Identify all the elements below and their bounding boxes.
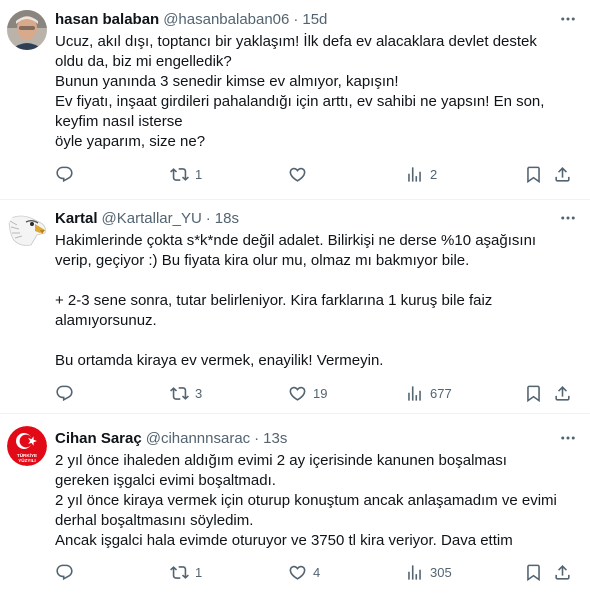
tweet-header: Cihan Saraç @cihannnsarac · 13s — [55, 428, 578, 448]
views-icon — [408, 385, 421, 401]
retweet-count: 1 — [195, 166, 203, 182]
text-line: keyfim nasıl isterse — [55, 113, 183, 130]
tweet-header: Kartal @Kartallar_YU · 18s — [55, 208, 578, 228]
user-handle[interactable]: @hasanbalaban06 — [163, 11, 289, 28]
reply-button[interactable] — [55, 384, 80, 403]
tweet-text: Hakimlerinde çokta s*k*nde değil adalet.… — [55, 231, 578, 371]
share-icon — [555, 166, 570, 182]
reply-icon — [56, 385, 73, 401]
text-line: Bu ortamda kiraya ev vermek, enayilik! V… — [55, 352, 384, 369]
heart-icon — [289, 167, 306, 182]
svg-text:YÜZYILI: YÜZYILI — [18, 457, 36, 463]
text-line: gereken işgalci evimi boşaltmadı. — [55, 472, 276, 489]
text-line: Bunun yanında 3 senedir kimse ev almıyor… — [55, 73, 399, 90]
tweet-actions: 3 19 677 — [55, 382, 580, 404]
more-icon[interactable] — [558, 208, 578, 228]
user-handle[interactable]: @Kartallar_YU — [102, 210, 202, 227]
heart-icon — [289, 386, 306, 401]
display-name[interactable]: Cihan Saraç — [55, 430, 142, 447]
timestamp[interactable]: 13s — [263, 430, 287, 447]
text-line: + 2-3 sene sonra, tutar belirleniyor. Ki… — [55, 292, 493, 309]
tweet-header: hasan balaban @hasanbalaban06 · 15d — [55, 9, 578, 29]
like-button[interactable]: 4 — [288, 563, 320, 582]
like-count: 4 — [313, 564, 321, 580]
views-count: 677 — [430, 385, 452, 401]
reply-icon — [56, 564, 73, 580]
separator: · — [293, 10, 299, 28]
views-icon — [408, 564, 421, 580]
separator: · — [254, 429, 260, 447]
text-line: alamıyorsunuz. — [55, 312, 157, 329]
avatar[interactable] — [7, 211, 47, 251]
text-line: öyle yaparım, size ne? — [55, 133, 206, 150]
separator: · — [205, 209, 211, 227]
display-name[interactable]: hasan balaban — [55, 11, 159, 28]
views-count: 305 — [430, 564, 452, 580]
views-button[interactable]: 677 — [405, 384, 452, 403]
views-button[interactable]: 2 — [405, 165, 437, 184]
bookmark-button[interactable] — [524, 165, 543, 184]
tweet-text: Ucuz, akıl dışı, toptancı bir yaklaşım! … — [55, 32, 578, 152]
text-line: verip, geçiyor :) Bu fiyata kira olur mu… — [55, 252, 470, 269]
heart-icon — [289, 565, 306, 580]
share-icon — [555, 385, 570, 401]
share-button[interactable] — [553, 165, 572, 184]
text-line: Ancak işgalci hala evimde oturuyor ve 37… — [55, 532, 513, 549]
views-icon — [408, 166, 421, 182]
like-count: 19 — [313, 385, 328, 401]
avatar[interactable]: TÜRKİYE YÜZYILI — [7, 426, 47, 466]
retweet-icon — [170, 386, 189, 400]
tweet-actions: 1 2 — [55, 163, 580, 185]
text-line: 2 yıl önce ihaleden aldığım evimi 2 ay i… — [55, 452, 507, 469]
bookmark-icon — [527, 166, 540, 183]
bookmark-icon — [527, 385, 540, 402]
avatar[interactable] — [7, 10, 47, 50]
bookmark-button[interactable] — [524, 384, 543, 403]
bookmark-icon — [527, 564, 540, 581]
retweet-count: 1 — [195, 564, 203, 580]
more-icon[interactable] — [558, 9, 578, 29]
views-button[interactable]: 305 — [405, 563, 452, 582]
retweet-count: 3 — [195, 385, 203, 401]
text-line: Ucuz, akıl dışı, toptancı bir yaklaşım! … — [55, 33, 537, 50]
text-line: Hakimlerinde çokta s*k*nde değil adalet.… — [55, 232, 537, 249]
retweet-button[interactable]: 1 — [170, 563, 202, 582]
text-line: oldu da, biz mi engelledik? — [55, 53, 232, 70]
bookmark-button[interactable] — [524, 563, 543, 582]
more-icon[interactable] — [558, 428, 578, 448]
retweet-button[interactable]: 1 — [170, 165, 202, 184]
text-line: derhal boşaltmasını söyledim. — [55, 512, 254, 529]
text-line: Ev fiyatı, inşaat girdileri pahalandığı … — [55, 93, 545, 110]
share-button[interactable] — [553, 563, 572, 582]
retweet-icon — [170, 565, 189, 579]
reply-button[interactable] — [55, 563, 80, 582]
display-name[interactable]: Kartal — [55, 210, 98, 227]
timestamp[interactable]: 18s — [215, 210, 239, 227]
like-button[interactable]: 19 — [288, 384, 327, 403]
retweet-icon — [170, 167, 189, 181]
like-button[interactable] — [288, 165, 313, 184]
share-button[interactable] — [553, 384, 572, 403]
reply-icon — [56, 166, 73, 182]
tweet-text: 2 yıl önce ihaleden aldığım evimi 2 ay i… — [55, 451, 578, 551]
timestamp[interactable]: 15d — [302, 11, 327, 28]
share-icon — [555, 564, 570, 580]
reply-button[interactable] — [55, 165, 80, 184]
tweet-actions: 1 4 305 — [55, 561, 580, 583]
text-line: 2 yıl önce kiraya vermek için oturup kon… — [55, 492, 557, 509]
user-handle[interactable]: @cihannnsarac — [146, 430, 250, 447]
retweet-button[interactable]: 3 — [170, 384, 202, 403]
views-count: 2 — [430, 166, 438, 182]
